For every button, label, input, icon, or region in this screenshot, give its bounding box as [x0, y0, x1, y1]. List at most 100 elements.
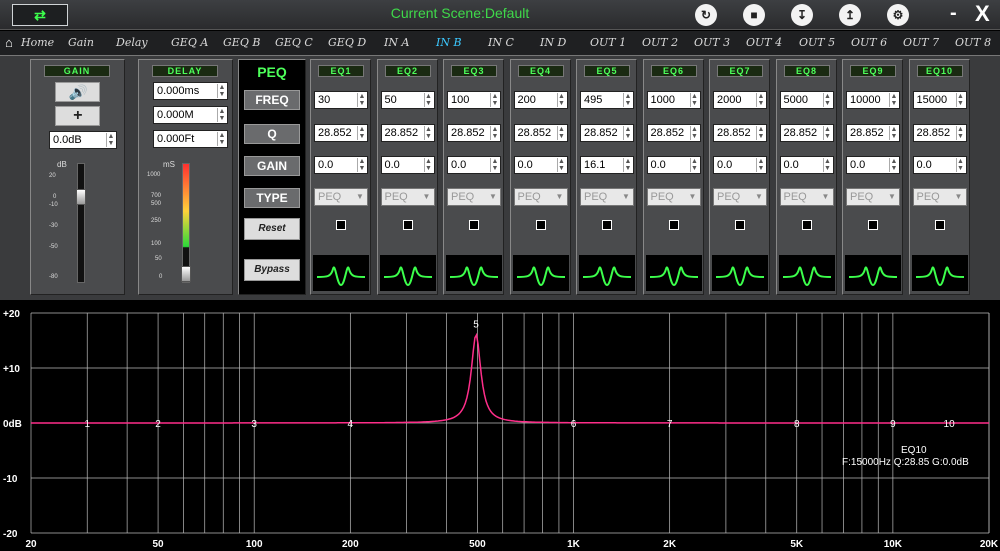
phase-button[interactable]: + [55, 106, 100, 126]
close-button[interactable]: X [975, 1, 990, 27]
band-gain-field[interactable]: 0.0 ▲ ▼ [380, 156, 435, 174]
delay-fader-knob[interactable] [181, 266, 191, 282]
band-gain-field[interactable]: 0.0 ▲ ▼ [314, 156, 368, 174]
band-bypass-checkbox[interactable] [934, 220, 945, 230]
freq-spinner-icon[interactable]: ▲ ▼ [556, 93, 566, 107]
band-bypass-checkbox[interactable] [336, 220, 346, 230]
band-freq-field[interactable]: 5000 ▲ ▼ [779, 91, 834, 109]
band-q-field[interactable]: 28.852 ▲ ▼ [846, 124, 900, 142]
nav-out-1[interactable]: OUT 1 [590, 36, 626, 49]
delay-ft-field[interactable]: 0.000Ft ▲ ▼ [153, 130, 228, 148]
band-bypass-checkbox[interactable] [535, 220, 546, 230]
minimize-button[interactable]: - [950, 2, 957, 25]
freq-spinner-icon[interactable]: ▲ ▼ [889, 93, 898, 107]
mute-button[interactable]: 🔊 [55, 82, 100, 102]
q-spinner-icon[interactable]: ▲ ▼ [822, 126, 832, 140]
gain-spinner-icon[interactable]: ▲ ▼ [423, 158, 433, 172]
band-bypass-checkbox[interactable] [602, 220, 612, 230]
q-spinner-icon[interactable]: ▲ ▼ [756, 126, 765, 140]
gain-spinner-icon[interactable]: ▲ ▼ [955, 158, 965, 172]
q-spinner-icon[interactable]: ▲ ▼ [889, 126, 898, 140]
band-q-field[interactable]: 28.852 ▲ ▼ [314, 124, 368, 142]
band-marker-6[interactable]: 6 [571, 419, 577, 430]
delay-ms-field[interactable]: 0.000ms ▲ ▼ [153, 82, 228, 100]
band-q-field[interactable]: 28.852 ▲ ▼ [912, 124, 967, 142]
band-gain-field[interactable]: 0.0 ▲ ▼ [713, 156, 767, 174]
nav-out-5[interactable]: OUT 5 [799, 36, 835, 49]
nav-gain[interactable]: Gain [68, 36, 94, 49]
band-marker-5[interactable]: 5 [473, 319, 479, 330]
band-marker-1[interactable]: 1 [84, 419, 90, 430]
bypass-button[interactable]: Bypass [244, 259, 300, 281]
band-q-field[interactable]: 28.852 ▲ ▼ [380, 124, 435, 142]
delay-fader-track[interactable] [182, 163, 190, 283]
q-spinner-icon[interactable]: ▲ ▼ [623, 126, 632, 140]
gain-spinner-icon[interactable]: ▲ ▼ [822, 158, 832, 172]
band-q-field[interactable]: 28.852 ▲ ▼ [646, 124, 701, 142]
freq-spinner-icon[interactable]: ▲ ▼ [756, 93, 765, 107]
band-q-field[interactable]: 28.852 ▲ ▼ [447, 124, 501, 142]
band-marker-10[interactable]: 10 [944, 419, 956, 430]
band-type-select[interactable]: PEQ ▼ [314, 188, 368, 206]
q-spinner-icon[interactable]: ▲ ▼ [423, 126, 433, 140]
gain-spinner-icon[interactable]: ▲ ▼ [106, 133, 115, 147]
band-bypass-checkbox[interactable] [402, 220, 413, 230]
band-q-field[interactable]: 28.852 ▲ ▼ [779, 124, 834, 142]
q-spinner-icon[interactable]: ▲ ▼ [357, 126, 366, 140]
band-type-select[interactable]: PEQ ▼ [779, 188, 834, 206]
nav-out-3[interactable]: OUT 3 [694, 36, 730, 49]
band-gain-field[interactable]: 0.0 ▲ ▼ [646, 156, 701, 174]
band-freq-field[interactable]: 50 ▲ ▼ [380, 91, 435, 109]
band-gain-field[interactable]: 16.1 ▲ ▼ [580, 156, 634, 174]
nav-in-a[interactable]: IN A [384, 36, 409, 49]
import-icon[interactable]: ↧ [791, 4, 813, 26]
band-type-select[interactable]: PEQ ▼ [646, 188, 701, 206]
band-gain-field[interactable]: 0.0 ▲ ▼ [912, 156, 967, 174]
gain-fader-knob[interactable] [76, 189, 86, 205]
band-gain-field[interactable]: 0.0 ▲ ▼ [513, 156, 568, 174]
freq-spinner-icon[interactable]: ▲ ▼ [689, 93, 699, 107]
band-type-select[interactable]: PEQ ▼ [713, 188, 767, 206]
band-q-field[interactable]: 28.852 ▲ ▼ [580, 124, 634, 142]
nav-out-4[interactable]: OUT 4 [746, 36, 782, 49]
nav-delay[interactable]: Delay [116, 36, 148, 49]
nav-out-2[interactable]: OUT 2 [642, 36, 678, 49]
band-bypass-checkbox[interactable] [469, 220, 479, 230]
nav-in-b[interactable]: IN B [436, 36, 462, 49]
band-bypass-checkbox[interactable] [868, 220, 878, 230]
nav-geq-a[interactable]: GEQ A [171, 36, 208, 49]
nav-in-c[interactable]: IN C [488, 36, 514, 49]
band-type-select[interactable]: PEQ ▼ [380, 188, 435, 206]
settings-icon[interactable]: ⚙ [887, 4, 909, 26]
gain-spinner-icon[interactable]: ▲ ▼ [889, 158, 898, 172]
band-gain-field[interactable]: 0.0 ▲ ▼ [779, 156, 834, 174]
band-type-select[interactable]: PEQ ▼ [846, 188, 900, 206]
band-freq-field[interactable]: 2000 ▲ ▼ [713, 91, 767, 109]
freq-spinner-icon[interactable]: ▲ ▼ [822, 93, 832, 107]
freq-spinner-icon[interactable]: ▲ ▼ [955, 93, 965, 107]
nav-geq-c[interactable]: GEQ C [275, 36, 313, 49]
delay-m-spinner-icon[interactable]: ▲ ▼ [217, 108, 226, 122]
band-marker-9[interactable]: 9 [890, 419, 896, 430]
band-freq-field[interactable]: 15000 ▲ ▼ [912, 91, 967, 109]
band-type-select[interactable]: PEQ ▼ [580, 188, 634, 206]
q-spinner-icon[interactable]: ▲ ▼ [955, 126, 965, 140]
refresh-icon[interactable]: ↻ [695, 4, 717, 26]
eq-response-graph[interactable]: +20 +10 0dB -10 -20 20 50 100 200 500 1K 2K 5K 10K 20K… [0, 301, 1000, 551]
gain-spinner-icon[interactable]: ▲ ▼ [756, 158, 765, 172]
reset-button[interactable]: Reset [244, 218, 300, 240]
delay-ft-spinner-icon[interactable]: ▲ ▼ [217, 132, 226, 146]
band-freq-field[interactable]: 200 ▲ ▼ [513, 91, 568, 109]
gain-spinner-icon[interactable]: ▲ ▼ [556, 158, 566, 172]
delay-ms-spinner-icon[interactable]: ▲ ▼ [217, 84, 226, 98]
gain-spinner-icon[interactable]: ▲ ▼ [623, 158, 632, 172]
nav-out-6[interactable]: OUT 6 [851, 36, 887, 49]
home-icon[interactable]: ⌂ [5, 36, 19, 49]
band-freq-field[interactable]: 30 ▲ ▼ [314, 91, 368, 109]
delay-m-field[interactable]: 0.000M ▲ ▼ [153, 106, 228, 124]
nav-out-7[interactable]: OUT 7 [903, 36, 939, 49]
band-marker-2[interactable]: 2 [155, 419, 161, 430]
gain-spinner-icon[interactable]: ▲ ▼ [490, 158, 499, 172]
band-type-select[interactable]: PEQ ▼ [912, 188, 967, 206]
nav-out-8[interactable]: OUT 8 [955, 36, 991, 49]
